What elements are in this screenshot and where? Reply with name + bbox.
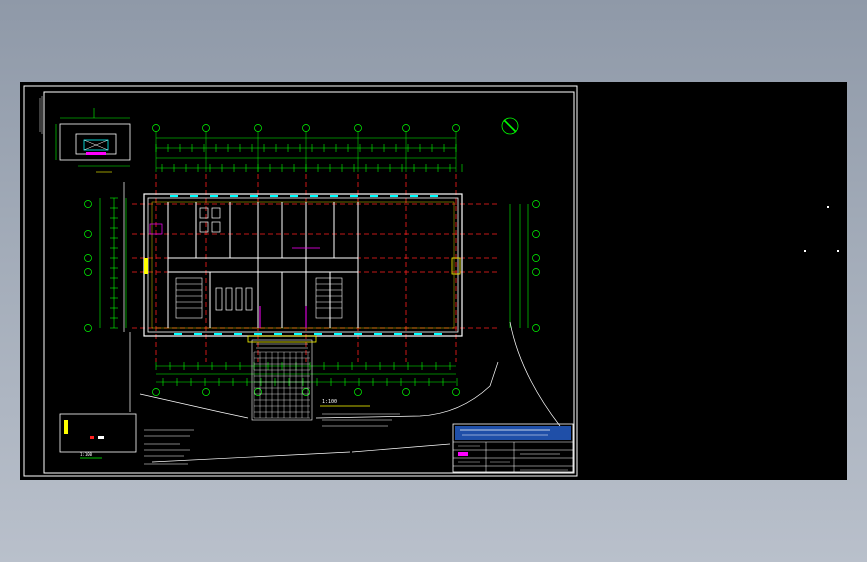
entrance-hatch (253, 351, 310, 419)
right-dimensions (509, 204, 529, 328)
left-dimensions (99, 197, 127, 329)
floor-plan-drawing: 1:100 1:100 (23, 85, 839, 477)
interior-walls (167, 202, 359, 328)
toilet-fixtures (199, 207, 253, 311)
axis-bubbles-right (532, 200, 540, 332)
legend-scale-text: 1:100 (80, 452, 93, 457)
cad-viewer-canvas[interactable]: 1:100 1:100 (20, 82, 847, 480)
axis-bubbles-left (84, 200, 92, 332)
binding-margin-text (39, 96, 43, 134)
stray-points (804, 206, 839, 252)
accent-markers (144, 223, 461, 328)
north-arrow-icon (501, 117, 519, 135)
building-outline (143, 193, 463, 337)
stair-blocks (175, 277, 343, 319)
axis-bubbles-bottom (152, 388, 460, 396)
top-dimensions (155, 137, 463, 172)
scale-text: 1:100 (322, 399, 337, 405)
sheet-border (23, 85, 578, 477)
floor-plan-title: 1:100 (320, 399, 370, 407)
legend-box: 1:100 (59, 413, 137, 459)
title-block (452, 423, 574, 473)
bottom-dimensions (155, 362, 458, 386)
roof-detail-plan (55, 108, 131, 173)
general-notes (144, 413, 400, 465)
